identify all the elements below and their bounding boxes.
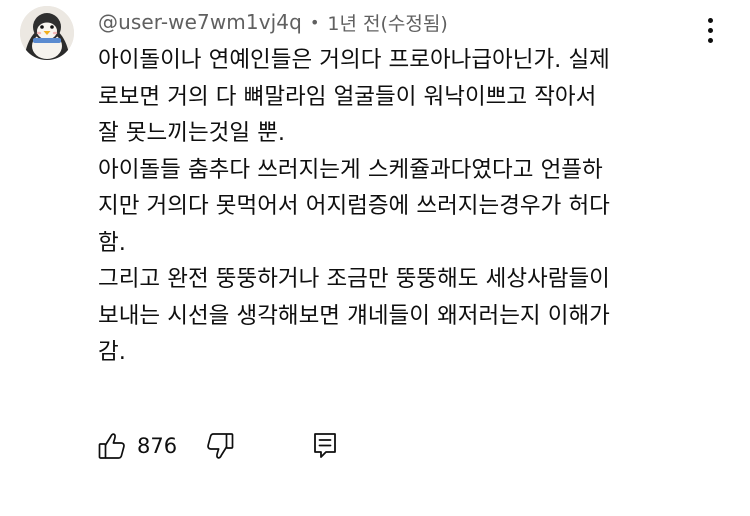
more-vertical-icon-dot bbox=[707, 27, 713, 33]
avatar[interactable] bbox=[20, 6, 74, 60]
dislike-button[interactable] bbox=[206, 431, 234, 461]
comment-timestamp[interactable]: 1년 전(수정됨) bbox=[327, 9, 447, 36]
penguin-avatar-icon bbox=[20, 6, 74, 60]
reply-button[interactable] bbox=[312, 431, 338, 461]
comment-text: 아이돌이나 연예인들은 거의다 프로아나급아닌가. 실제 로보면 거의 다 뼈말… bbox=[98, 42, 718, 371]
comment-header: @user-we7wm1vj4q • 1년 전(수정됨) bbox=[98, 8, 448, 36]
reply-comment-icon bbox=[314, 433, 336, 458]
comment-line: 함. bbox=[98, 229, 126, 256]
header-separator: • bbox=[309, 12, 320, 32]
comment-actions: 876 bbox=[98, 428, 338, 464]
comment-line: 보내는 시선을 생각해보면 걔네들이 왜저러는지 이해가 bbox=[98, 302, 610, 329]
comment-author[interactable]: @user-we7wm1vj4q bbox=[98, 10, 302, 34]
comment-line: 아이돌들 춤추다 쓰러지는게 스케쥴과다였다고 언플하 bbox=[98, 156, 603, 183]
thumbs-down-icon bbox=[207, 433, 234, 459]
comment-line: 감. bbox=[98, 339, 126, 365]
comment-line: 로보면 거의 다 뼈말라임 얼굴들이 워낙이쁘고 작아서 bbox=[98, 83, 597, 110]
comment-line: 잘 못느끼는것일 뿐. bbox=[98, 120, 286, 146]
comment-line: 지만 거의다 못먹어서 어지럼증에 쓰러지는경우가 허다 bbox=[98, 193, 610, 219]
comment-line: 아이돌이나 연예인들은 거의다 프로아나급아닌가. 실제 bbox=[98, 47, 610, 73]
like-count: 876 bbox=[137, 434, 178, 458]
like-button[interactable] bbox=[98, 431, 126, 461]
thumbs-up-icon bbox=[98, 433, 125, 459]
comment-line: 그리고 완전 뚱뚱하거나 조금만 뚱뚱해도 세상사람들이 bbox=[98, 266, 610, 292]
more-vertical-icon bbox=[707, 17, 713, 23]
